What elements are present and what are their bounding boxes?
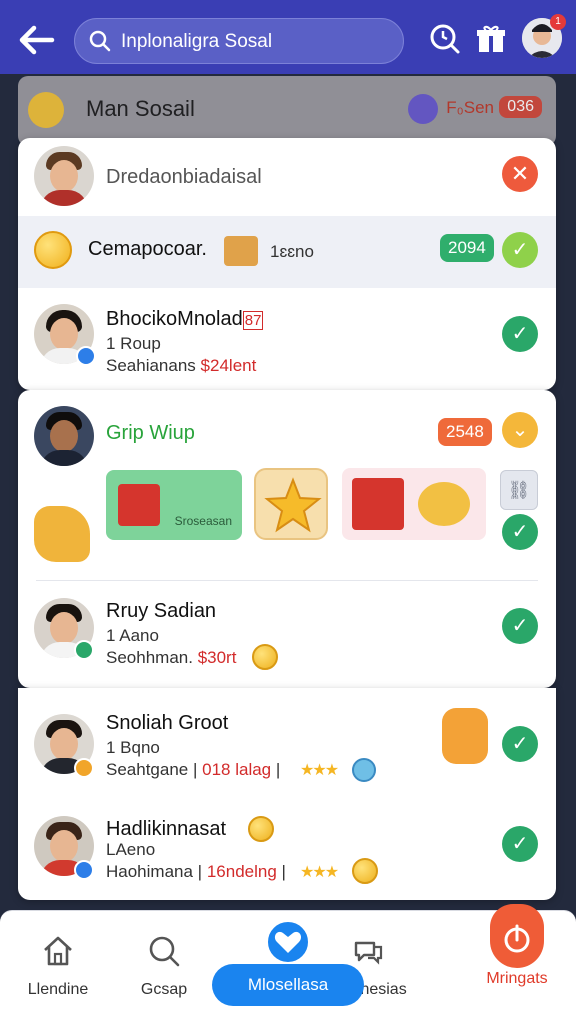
background-card-pill: 036 bbox=[499, 96, 542, 118]
accept-icon[interactable]: ✓ bbox=[502, 232, 538, 268]
notification-badge: 1 bbox=[550, 14, 566, 30]
contact-detail-text: Haohimana bbox=[106, 862, 193, 881]
contact-count: 018 lalag bbox=[202, 760, 272, 779]
check-icon[interactable]: ✓ bbox=[502, 826, 538, 862]
nav-home-label: Llendine bbox=[27, 981, 89, 998]
nav-home[interactable]: Llendine bbox=[10, 921, 106, 1011]
nav-messages-button[interactable]: Mlosellasa bbox=[212, 964, 364, 1006]
online-badge-icon bbox=[74, 640, 94, 660]
background-card: Man Sosail F₀Sen 036 bbox=[18, 76, 556, 146]
contact-detail: Seahtgane | 018 lalag | bbox=[106, 760, 281, 779]
search-input[interactable]: Inplonaligra Sosal bbox=[74, 18, 404, 64]
avatar bbox=[34, 406, 94, 466]
contact-detail-text: Seahtgane bbox=[106, 760, 189, 779]
group-title: Grip Wiup bbox=[106, 422, 195, 444]
contact-detail: Seahianans $24lent bbox=[106, 356, 256, 376]
divider bbox=[36, 580, 538, 581]
gift-sticker[interactable] bbox=[342, 468, 486, 540]
chat-bubbles-icon bbox=[354, 941, 383, 965]
sun-sticker-icon bbox=[28, 92, 64, 128]
nav-settings-label[interactable]: Mringats bbox=[470, 970, 564, 988]
contact-name: Rruy Sadian bbox=[106, 600, 217, 622]
contact-group: 1 Roup bbox=[106, 334, 161, 353]
nav-search-label: Gcsap bbox=[140, 981, 188, 998]
nav-search[interactable]: Gcsap bbox=[116, 921, 212, 1011]
contact-detail-amount: $30rt bbox=[197, 648, 237, 667]
check-icon[interactable]: ✓ bbox=[502, 726, 538, 762]
gift-box-icon bbox=[118, 484, 160, 526]
group-points-pill: 2548 bbox=[438, 418, 492, 446]
background-card-fee: F₀Sen bbox=[446, 98, 494, 117]
back-arrow-icon[interactable] bbox=[14, 20, 58, 60]
expand-icon[interactable]: ⌄ bbox=[502, 412, 538, 448]
lion-sticker-icon bbox=[442, 708, 488, 764]
clock-icon bbox=[408, 94, 438, 124]
coin-icon bbox=[252, 644, 278, 670]
bear-sticker-icon bbox=[418, 482, 470, 526]
contact-name-text: BhocikoMnolad bbox=[106, 308, 243, 330]
contact-group: 1 Bqno bbox=[106, 738, 160, 757]
contact-detail-amount: $24lent bbox=[200, 356, 257, 375]
gift-box-icon bbox=[352, 478, 404, 530]
verified-badge-icon bbox=[76, 346, 96, 366]
search-text: Inplonaligra Sosal bbox=[121, 31, 273, 52]
rating-stars-icon: ★★★ bbox=[300, 762, 339, 779]
check-icon[interactable]: ✓ bbox=[502, 514, 538, 550]
search-chat-icon bbox=[149, 936, 180, 967]
star-icon bbox=[264, 477, 322, 533]
contact-count: 16ndelng bbox=[206, 862, 277, 881]
top-bar: Inplonaligra Sosal 1 bbox=[0, 0, 576, 74]
home-icon bbox=[44, 936, 72, 966]
star-sticker[interactable] bbox=[254, 468, 328, 540]
globe-icon bbox=[352, 758, 376, 782]
avatar bbox=[34, 146, 94, 206]
ticket-icon bbox=[224, 236, 258, 266]
sticker-gift-card[interactable]: Sroseasan bbox=[106, 470, 242, 540]
background-card-title: Man Sosail bbox=[86, 96, 195, 121]
contact-name: Snoliah Groot bbox=[106, 712, 229, 734]
request-card: Dredaonbiadaisal ✕ Cemapocoar. 1ɛɛno 209… bbox=[18, 138, 556, 390]
group-card: Grip Wiup 2548 ⌄ Sroseasan ⛓ ✓ Rruy Sadi… bbox=[18, 390, 556, 688]
contact-group: LAeno bbox=[106, 840, 156, 859]
coin-icon bbox=[352, 858, 378, 884]
contact-name: BhocikoMnolad 87 bbox=[106, 308, 264, 331]
gold-badge-icon bbox=[74, 758, 94, 778]
check-icon[interactable]: ✓ bbox=[502, 316, 538, 352]
contact-detail: Seohhman. $30rt bbox=[106, 648, 236, 668]
contact-detail-text: Seahianans bbox=[106, 356, 196, 375]
dragon-sticker-icon bbox=[34, 506, 90, 562]
reward-suffix: 1ɛɛno bbox=[270, 242, 314, 261]
search-history-icon[interactable] bbox=[428, 22, 462, 56]
verified-badge-icon bbox=[74, 860, 94, 880]
contact-group: 1 Aano bbox=[106, 626, 159, 645]
link-icon[interactable]: ⛓ bbox=[500, 470, 538, 510]
coin-icon bbox=[34, 231, 72, 269]
power-icon[interactable] bbox=[490, 904, 544, 968]
contact-name: Hadlikinnasat bbox=[106, 818, 227, 840]
reward-strip: Cemapocoar. 1ɛɛno 2094 ✓ bbox=[18, 216, 556, 288]
gift-icon[interactable] bbox=[474, 22, 508, 56]
reward-points-pill: 2094 bbox=[440, 234, 494, 262]
request-text: Dredaonbiadaisal bbox=[106, 166, 262, 188]
coin-icon bbox=[248, 816, 274, 842]
rating-stars-icon: ★★★ bbox=[300, 864, 339, 881]
contact-detail: Haohimana | 16ndelng | bbox=[106, 862, 286, 881]
reward-title: Cemapocoar. bbox=[88, 238, 207, 260]
check-icon[interactable]: ✓ bbox=[502, 608, 538, 644]
close-icon[interactable]: ✕ bbox=[502, 156, 538, 192]
contacts-list: Snoliah Groot 1 Bqno Seahtgane | 018 lal… bbox=[18, 688, 556, 900]
heart-icon[interactable] bbox=[264, 918, 312, 966]
contact-detail-text: Seohhman. bbox=[106, 648, 193, 667]
search-icon bbox=[89, 30, 111, 52]
contact-name-tag: 87 bbox=[242, 311, 264, 330]
sticker-label: Sroseasan bbox=[174, 514, 232, 528]
